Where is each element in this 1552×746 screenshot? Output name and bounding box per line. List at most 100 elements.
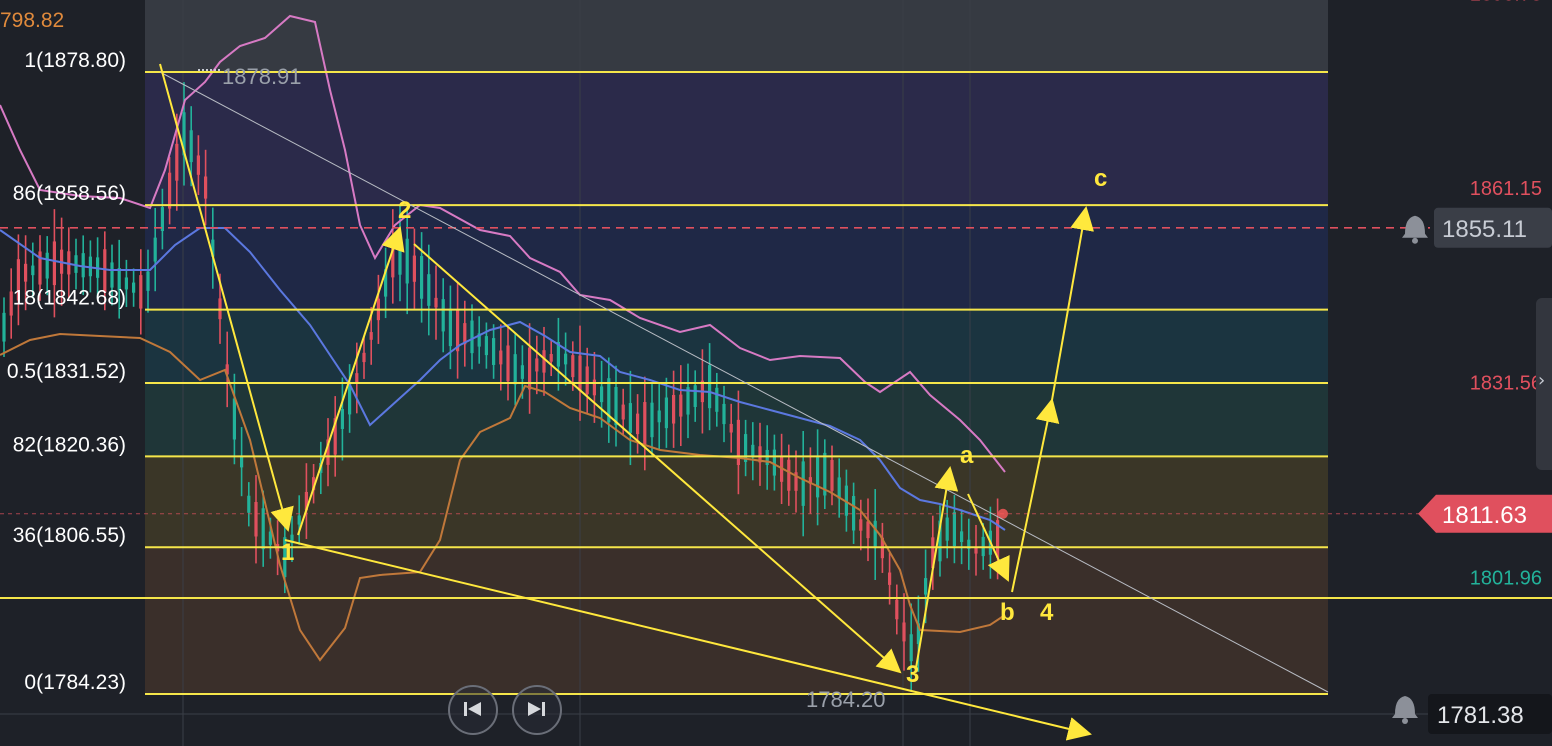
- wave-label-c: c: [1094, 165, 1107, 192]
- candle: [729, 423, 733, 433]
- candle: [708, 365, 712, 409]
- next-button[interactable]: [512, 685, 562, 735]
- candle: [520, 365, 524, 379]
- candle: [110, 262, 114, 288]
- candle: [578, 355, 582, 391]
- candle: [362, 352, 366, 363]
- candle: [542, 350, 546, 373]
- fib-level-label: 18(1842.68): [13, 287, 126, 310]
- chart-canvas[interactable]: 1 2 3 4 a b c 1(1878.80) 86(1858.56) 18(1842.68) 0…: [0, 0, 1552, 746]
- candle: [427, 274, 431, 306]
- candle: [895, 599, 899, 620]
- candle: [168, 172, 172, 209]
- candle: [852, 496, 856, 531]
- candle: [146, 271, 150, 291]
- candle: [592, 379, 596, 396]
- candle: [643, 402, 647, 445]
- candle: [434, 297, 438, 308]
- wave-label-2: 2: [398, 197, 411, 224]
- fib-level-label: 0(1784.23): [24, 671, 126, 694]
- candle: [369, 332, 373, 340]
- fib-band: [145, 547, 1328, 694]
- low-marker-label: 1784.20: [806, 687, 886, 712]
- candle: [866, 521, 870, 539]
- axis-price-label: 1890.75: [1470, 0, 1542, 5]
- skip-back-icon: [464, 702, 481, 716]
- fib-level-label: 36(1806.55): [13, 524, 126, 547]
- candle: [765, 449, 769, 466]
- axis-price-label: 1801.96: [1470, 567, 1542, 589]
- candle: [837, 477, 841, 499]
- candle: [412, 255, 416, 282]
- candle: [132, 282, 136, 293]
- candle: [153, 237, 157, 262]
- candle: [189, 130, 193, 163]
- candle: [391, 235, 395, 278]
- fib-band: [145, 382, 1328, 457]
- skip-forward-icon: [528, 702, 545, 716]
- fib-level-label: 0.5(1831.52): [7, 360, 126, 383]
- alert-price-value: 1855.11: [1442, 216, 1527, 243]
- candle: [175, 143, 179, 181]
- candle: [470, 320, 474, 354]
- candle: [657, 410, 661, 423]
- candle: [664, 397, 668, 429]
- candle: [549, 354, 553, 362]
- candle: [355, 373, 359, 383]
- previous-button[interactable]: [448, 685, 498, 735]
- axis-price-label: 1831.56: [1470, 373, 1542, 395]
- candle: [621, 404, 625, 420]
- candle: [297, 515, 301, 525]
- candle: [24, 263, 28, 282]
- axis-price-label: 1861.15: [1470, 178, 1542, 200]
- wave-label-4: 4: [1040, 599, 1054, 626]
- candle: [672, 395, 676, 424]
- candle: [564, 353, 568, 365]
- candle: [506, 345, 510, 382]
- candle: [816, 457, 820, 498]
- candle: [340, 409, 344, 429]
- candle: [52, 241, 56, 286]
- candle: [261, 508, 265, 550]
- candle: [31, 265, 35, 276]
- fib-band: [145, 72, 1328, 206]
- candle: [2, 312, 6, 342]
- candle: [859, 519, 863, 531]
- candle: [585, 366, 589, 395]
- candle: [787, 459, 791, 491]
- candle: [679, 394, 683, 417]
- expand-panel-handle[interactable]: ›: [1536, 298, 1552, 470]
- candle: [960, 531, 964, 543]
- candle: [614, 386, 618, 426]
- candle: [693, 385, 697, 407]
- candle: [420, 256, 424, 299]
- candle: [909, 634, 913, 662]
- candle: [45, 252, 49, 279]
- wave-label-a: a: [960, 442, 974, 469]
- candle: [722, 403, 726, 425]
- candlestick-chart[interactable]: 1 2 3 4 a b c 1(1878.80) 86(1858.56) 18(1842.68) 0…: [0, 0, 1552, 746]
- candle: [232, 398, 236, 440]
- candle: [398, 232, 402, 275]
- candle: [240, 455, 244, 468]
- candle: [247, 495, 251, 513]
- candle: [873, 520, 877, 549]
- candle: [204, 176, 208, 199]
- fib-band: [145, 456, 1328, 548]
- candle: [801, 461, 805, 506]
- candle: [945, 517, 949, 541]
- candle: [441, 299, 445, 332]
- candle: [715, 387, 719, 412]
- candle: [772, 449, 776, 476]
- wave-label-b: b: [1000, 599, 1015, 626]
- candle: [628, 403, 632, 433]
- candle: [196, 155, 200, 175]
- wave-label-3: 3: [906, 661, 919, 688]
- bottom-price-value: 1781.38: [1437, 702, 1524, 729]
- candle: [650, 402, 654, 438]
- band-above-top: [145, 0, 1328, 72]
- bell-clapper: [1412, 237, 1418, 244]
- candle: [535, 358, 539, 372]
- current-price-value: 1811.63: [1442, 502, 1527, 529]
- candle: [81, 253, 85, 278]
